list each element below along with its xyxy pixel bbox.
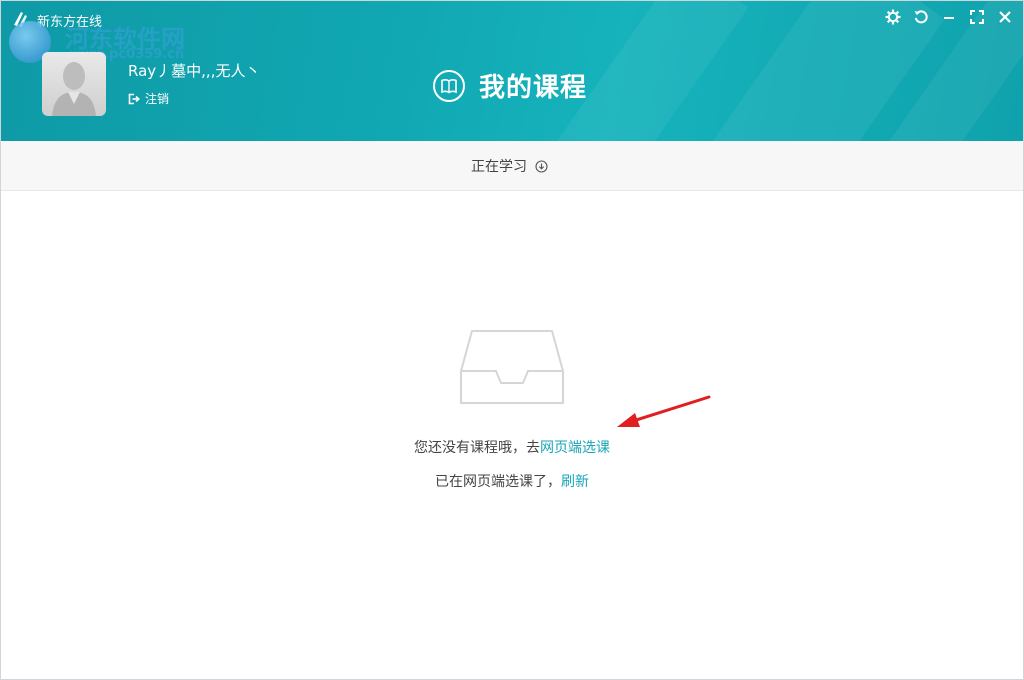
app-window: 新东方在线 河东软件网 www.pc0359.cn Ray丿墓中,,,无人丶 注… [0, 0, 1024, 680]
refresh-icon [914, 10, 928, 24]
page-title: 我的课程 [479, 73, 588, 103]
course-status-dropdown[interactable]: 正在学习 [471, 156, 548, 176]
logout-label: 注销 [145, 92, 170, 106]
empty-tray-icon [460, 330, 564, 404]
refresh-button[interactable] [911, 7, 931, 27]
empty-message: 您还没有课程哦，去网页端选课 [1, 437, 1023, 457]
refresh-message-text: 已在网页端选课了， [435, 474, 561, 490]
header-bar: 新东方在线 河东软件网 www.pc0359.cn Ray丿墓中,,,无人丶 注… [1, 1, 1023, 141]
refresh-message: 已在网页端选课了，刷新 [1, 471, 1023, 491]
annotation-arrow-icon [617, 395, 711, 427]
user-name: Ray丿墓中,,,无人丶 [128, 62, 261, 80]
avatar[interactable] [42, 52, 106, 116]
maximize-button[interactable] [967, 7, 987, 27]
web-course-select-link[interactable]: 网页端选课 [540, 440, 610, 456]
logout-link[interactable]: 注销 [128, 90, 169, 107]
dropdown-selected-label: 正在学习 [471, 159, 527, 175]
maximize-icon [970, 10, 984, 24]
book-icon [433, 69, 465, 102]
refresh-link[interactable]: 刷新 [561, 474, 589, 490]
app-logo-icon [14, 12, 27, 27]
chevron-down-circle-icon [535, 159, 548, 173]
settings-button[interactable] [883, 7, 903, 27]
empty-message-text: 您还没有课程哦，去 [414, 440, 540, 456]
close-icon [999, 11, 1011, 23]
minimize-icon [944, 17, 954, 19]
app-title: 新东方在线 [37, 15, 103, 30]
logout-icon [128, 93, 140, 104]
user-silhouette-icon [52, 62, 96, 116]
page-title-group: 我的课程 [433, 67, 587, 104]
window-controls [883, 7, 1015, 27]
minimize-button[interactable] [939, 7, 959, 27]
filter-bar: 正在学习 [1, 141, 1023, 191]
gear-icon [885, 9, 901, 25]
close-button[interactable] [995, 7, 1015, 27]
